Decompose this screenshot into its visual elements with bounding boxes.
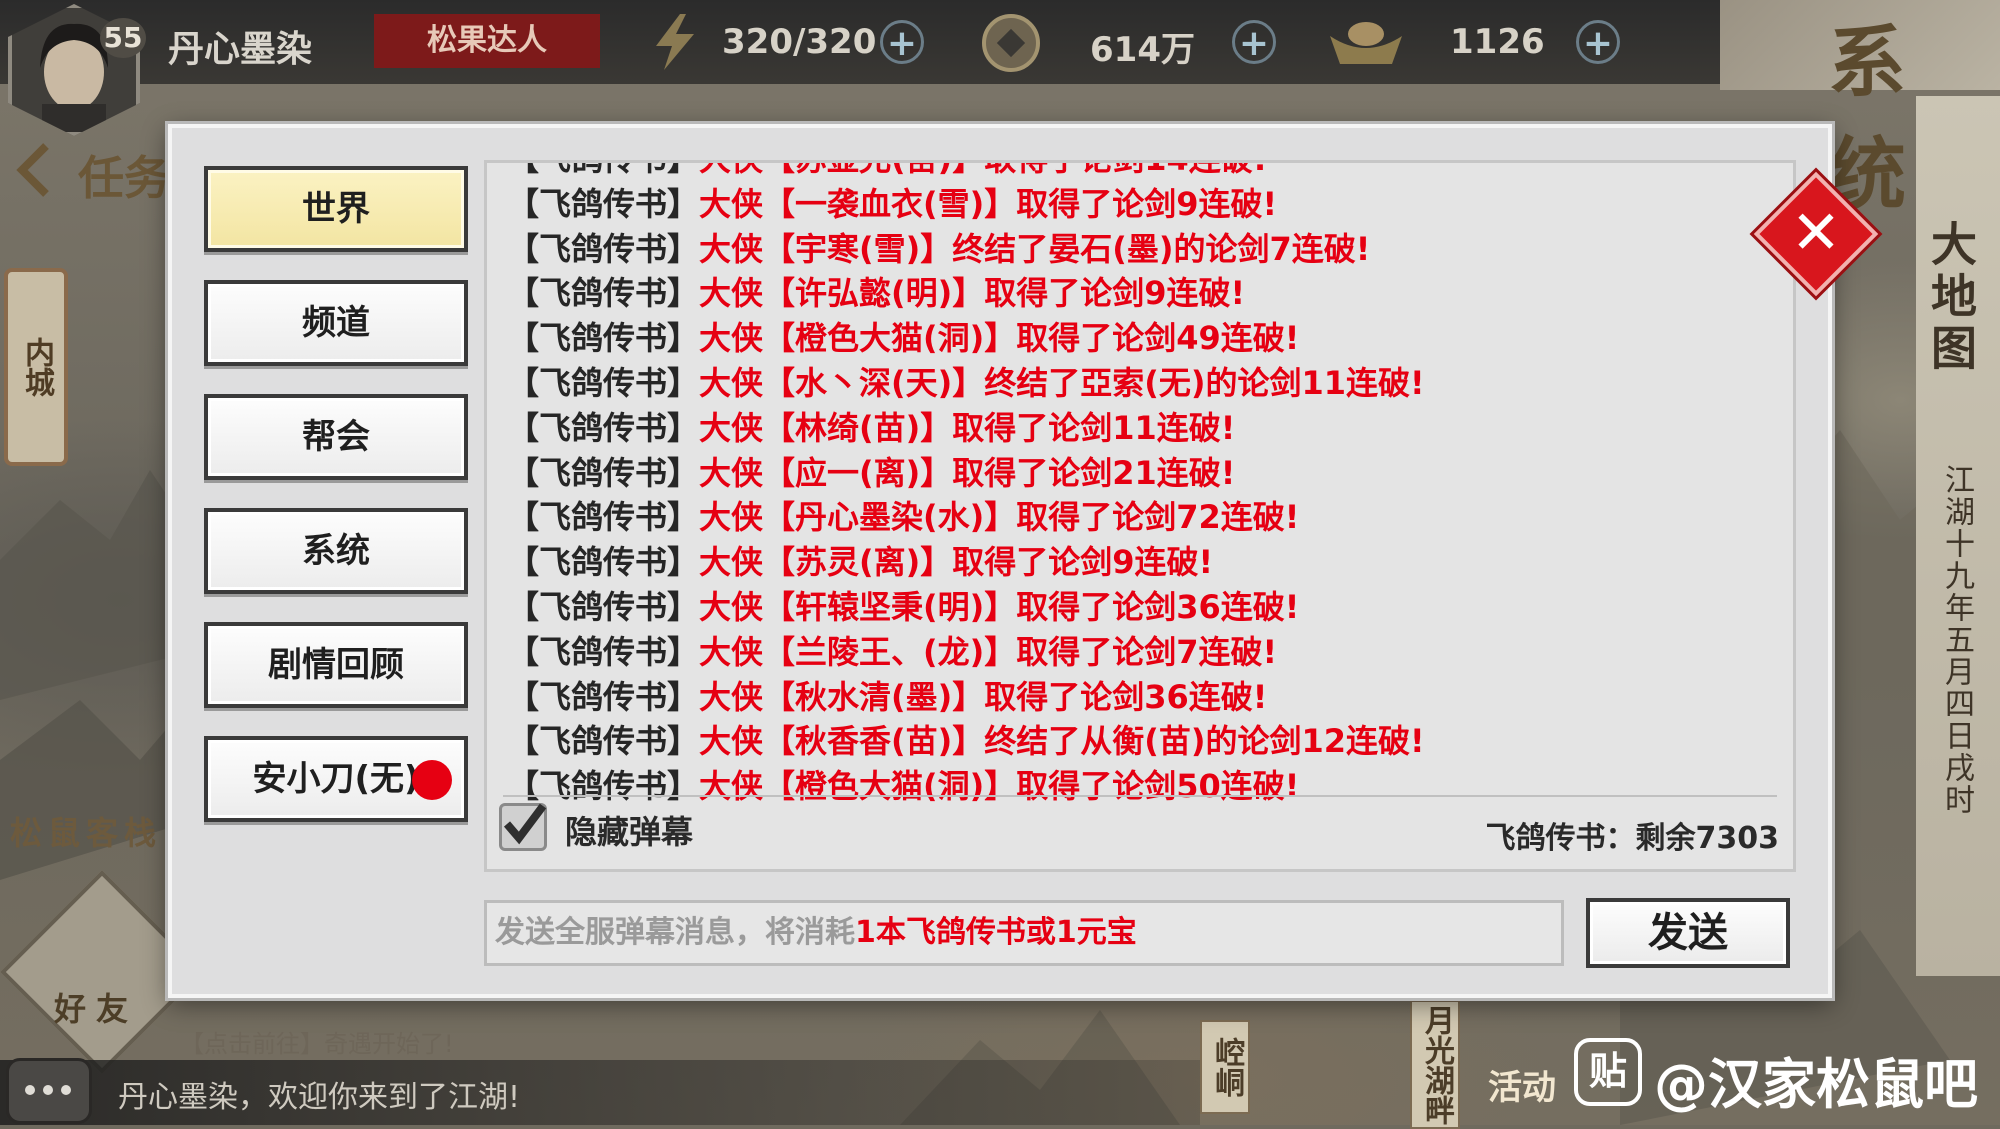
hide-danmaku-checkbox[interactable] bbox=[499, 803, 547, 851]
message-body: 大侠【宇寒(雪)】终结了晏石(墨)的论剑7连破! bbox=[699, 229, 1371, 268]
danmaku-message-input[interactable]: 发送全服弹幕消息，将消耗1本飞鸽传书或1元宝 bbox=[484, 900, 1564, 966]
message-body: 大侠【水丶深(天)】终结了亞索(无)的论剑11连破! bbox=[699, 363, 1425, 402]
input-placeholder-text: 发送全服弹幕消息，将消耗 bbox=[495, 915, 855, 950]
message-prefix: 【飞鸽传书】 bbox=[507, 543, 700, 582]
message-line: 【飞鸽传书】大侠【橙色大猫(洞)】取得了论剑49连破! bbox=[507, 316, 1787, 361]
message-prefix: 【飞鸽传书】 bbox=[507, 363, 700, 402]
chevron-left-icon bbox=[16, 143, 49, 197]
message-prefix: 【飞鸽传书】 bbox=[507, 722, 700, 761]
friends-label: 好友 bbox=[54, 990, 139, 1028]
add-stamina-button[interactable]: + bbox=[880, 20, 924, 64]
add-ingots-button[interactable]: + bbox=[1576, 20, 1620, 64]
inner-city-button[interactable]: 内城 bbox=[4, 268, 68, 466]
task-label: 任务 bbox=[78, 151, 170, 205]
private-chat-label: 安小刀(无) bbox=[252, 759, 420, 799]
tab-system[interactable]: 系统 bbox=[204, 508, 468, 594]
player-level-badge: 55 bbox=[100, 18, 146, 58]
big-map-button[interactable]: 大地图 bbox=[1924, 220, 1984, 376]
message-prefix: 【飞鸽传书】 bbox=[507, 632, 700, 671]
message-prefix: 【飞鸽传书】 bbox=[507, 184, 700, 223]
message-panel[interactable]: 【飞鸽传书】大侠【苏显允(苗)】取得了论剑14连破!【飞鸽传书】大侠【一袭血衣(… bbox=[484, 160, 1796, 872]
watermark-text: @汉家松鼠吧 bbox=[1654, 1053, 1978, 1116]
message-line: 【飞鸽传书】大侠【一袭血衣(雪)】取得了论剑9连破! bbox=[507, 182, 1787, 227]
tab-private-chat[interactable]: 安小刀(无) bbox=[204, 736, 468, 822]
message-line: 【飞鸽传书】大侠【橙色大猫(洞)】取得了论剑50连破! bbox=[507, 764, 1787, 809]
message-prefix: 【飞鸽传书】 bbox=[507, 677, 700, 716]
tab-channel[interactable]: 频道 bbox=[204, 280, 468, 366]
tab-world[interactable]: 世界 bbox=[204, 166, 468, 252]
message-body: 大侠【许弘懿(明)】取得了论剑9连破! bbox=[699, 274, 1246, 313]
welcome-message: 丹心墨染，欢迎你来到了江湖! bbox=[118, 1080, 521, 1115]
divider bbox=[503, 795, 1777, 797]
ingots-resource: 1126 + bbox=[1326, 8, 1636, 76]
close-icon[interactable]: ✕ bbox=[1772, 190, 1860, 278]
remaining-pigeons-count: 飞鸽传书：剩余7303 bbox=[1485, 821, 1780, 856]
message-prefix: 【飞鸽传书】 bbox=[507, 229, 700, 268]
message-body: 大侠【橙色大猫(洞)】取得了论剑50连破! bbox=[699, 767, 1300, 806]
coins-resource: 614万 + bbox=[980, 8, 1280, 76]
coins-value: 614万 bbox=[1090, 30, 1195, 70]
tab-guild[interactable]: 帮会 bbox=[204, 394, 468, 480]
gold-ingot-icon bbox=[1330, 22, 1402, 64]
message-body: 大侠【应一(离)】取得了论剑21连破! bbox=[699, 453, 1236, 492]
message-prefix: 【飞鸽传书】 bbox=[507, 163, 699, 178]
adventure-hint-link[interactable]: 【点击前往】奇遇开始了! bbox=[180, 1024, 454, 1059]
message-body: 大侠【丹心墨染(水)】取得了论剑72连破! bbox=[699, 498, 1300, 537]
task-tab[interactable]: 任务 bbox=[10, 136, 170, 206]
message-body: 大侠【一袭血衣(雪)】取得了论剑9连破! bbox=[699, 184, 1278, 223]
unread-notification-dot bbox=[412, 760, 452, 800]
checkmark-icon bbox=[503, 803, 547, 845]
message-line: 【飞鸽传书】大侠【秋水清(墨)】取得了论剑36连破! bbox=[507, 675, 1787, 720]
message-prefix: 【飞鸽传书】 bbox=[507, 453, 700, 492]
lightning-icon bbox=[656, 14, 694, 70]
message-list: 【飞鸽传书】大侠【苏显允(苗)】取得了论剑14连破!【飞鸽传书】大侠【一袭血衣(… bbox=[507, 163, 1787, 809]
message-line: 【飞鸽传书】大侠【苏显允(苗)】取得了论剑14连破! bbox=[507, 163, 1787, 182]
add-coins-button[interactable]: + bbox=[1232, 20, 1276, 64]
input-placeholder-cost: 1本飞鸽传书或1元宝 bbox=[855, 915, 1137, 950]
player-name: 丹心墨染 bbox=[168, 29, 313, 70]
player-title-badge[interactable]: 松果达人 bbox=[374, 14, 600, 68]
message-line: 【飞鸽传书】大侠【宇寒(雪)】终结了晏石(墨)的论剑7连破! bbox=[507, 227, 1787, 272]
message-prefix: 【飞鸽传书】 bbox=[507, 274, 700, 313]
tieba-logo-icon: 贴 bbox=[1574, 1038, 1642, 1106]
tab-story-review[interactable]: 剧情回顾 bbox=[204, 622, 468, 708]
chat-dialog: 世界 频道 帮会 系统 剧情回顾 安小刀(无) 【飞鸽传书】大侠【苏显允(苗)】… bbox=[168, 124, 1832, 998]
map-location-moonlight-lake[interactable]: 月光湖畔 bbox=[1410, 1000, 1460, 1129]
message-body: 大侠【兰陵王、(龙)】取得了论剑7连破! bbox=[699, 632, 1278, 671]
message-line: 【飞鸽传书】大侠【应一(离)】取得了论剑21连破! bbox=[507, 451, 1787, 496]
message-prefix: 【飞鸽传书】 bbox=[507, 408, 700, 447]
message-body: 大侠【苏灵(离)】取得了论剑9连破! bbox=[699, 543, 1214, 582]
message-line: 【飞鸽传书】大侠【轩辕坚秉(明)】取得了论剑36连破! bbox=[507, 585, 1787, 630]
squirrel-inn-label[interactable]: 松鼠客栈 bbox=[10, 808, 162, 854]
message-line: 【飞鸽传书】大侠【秋香香(苗)】终结了从衡(苗)的论剑12连破! bbox=[507, 719, 1787, 764]
activity-button[interactable]: 活动 bbox=[1488, 1060, 1556, 1109]
message-prefix: 【飞鸽传书】 bbox=[507, 587, 700, 626]
message-line: 【飞鸽传书】大侠【苏灵(离)】取得了论剑9连破! bbox=[507, 540, 1787, 585]
message-line: 【飞鸽传书】大侠【许弘懿(明)】取得了论剑9连破! bbox=[507, 271, 1787, 316]
message-line: 【飞鸽传书】大侠【丹心墨染(水)】取得了论剑72连破! bbox=[507, 495, 1787, 540]
message-body: 大侠【橙色大猫(洞)】取得了论剑49连破! bbox=[699, 319, 1300, 358]
message-prefix: 【飞鸽传书】 bbox=[507, 319, 700, 358]
system-menu-button[interactable]: 系统 bbox=[1720, 0, 2000, 220]
message-body: 大侠【轩辕坚秉(明)】取得了论剑36连破! bbox=[699, 587, 1300, 626]
message-prefix: 【飞鸽传书】 bbox=[507, 498, 700, 537]
chat-icon[interactable] bbox=[6, 1058, 92, 1124]
stamina-resource: 320/320 + bbox=[646, 8, 936, 76]
ingots-value: 1126 bbox=[1450, 22, 1545, 62]
message-line: 【飞鸽传书】大侠【水丶深(天)】终结了亞索(无)的论剑11连破! bbox=[507, 361, 1787, 406]
message-line: 【飞鸽传书】大侠【林绮(苗)】取得了论剑11连破! bbox=[507, 406, 1787, 451]
hide-danmaku-label: 隐藏弹幕 bbox=[565, 813, 694, 851]
map-location-kongtong[interactable]: 崆峒 bbox=[1200, 1020, 1250, 1114]
send-button[interactable]: 发送 bbox=[1586, 898, 1790, 968]
message-line: 【飞鸽传书】大侠【兰陵王、(龙)】取得了论剑7连破! bbox=[507, 630, 1787, 675]
game-date-label: 江湖十九年五月四日戌时 bbox=[1939, 464, 1974, 816]
stamina-value: 320/320 bbox=[722, 22, 877, 62]
message-body: 大侠【秋水清(墨)】取得了论剑36连破! bbox=[699, 677, 1268, 716]
message-body: 大侠【林绮(苗)】取得了论剑11连破! bbox=[699, 408, 1236, 447]
coin-icon bbox=[982, 14, 1040, 72]
message-body: 大侠【苏显允(苗)】取得了论剑14连破! bbox=[699, 163, 1267, 178]
message-body: 大侠【秋香香(苗)】终结了从衡(苗)的论剑12连破! bbox=[699, 722, 1425, 761]
